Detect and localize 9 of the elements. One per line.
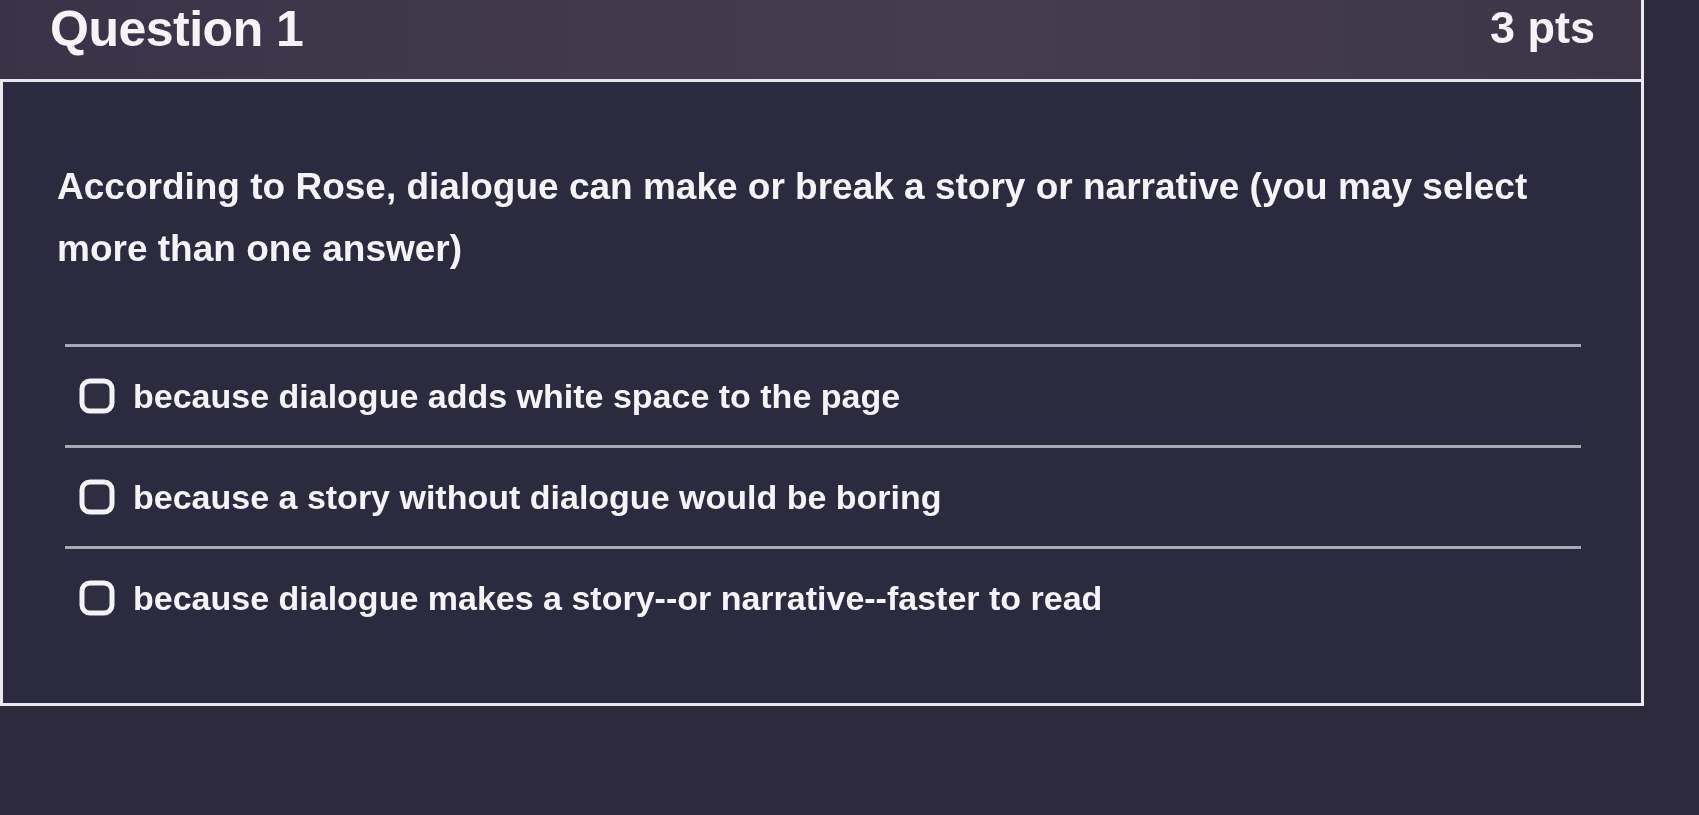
question-text: According to Rose, dialogue can make or break a story or narrative (you may select more than one answer) [57, 165, 1529, 271]
checkbox[interactable] [79, 479, 115, 515]
question-title: Question 1 [50, 0, 304, 58]
answer-label: because dialogue adds white space to the page [133, 376, 901, 416]
points-label: 3 pts [1489, 2, 1595, 54]
checkbox[interactable] [79, 378, 115, 414]
answer-label: because a story without dialogue would be boring [133, 477, 942, 517]
checkbox[interactable] [79, 580, 115, 616]
answer-label: because dialogue makes a story--or narrative--faster to read [133, 578, 1103, 618]
